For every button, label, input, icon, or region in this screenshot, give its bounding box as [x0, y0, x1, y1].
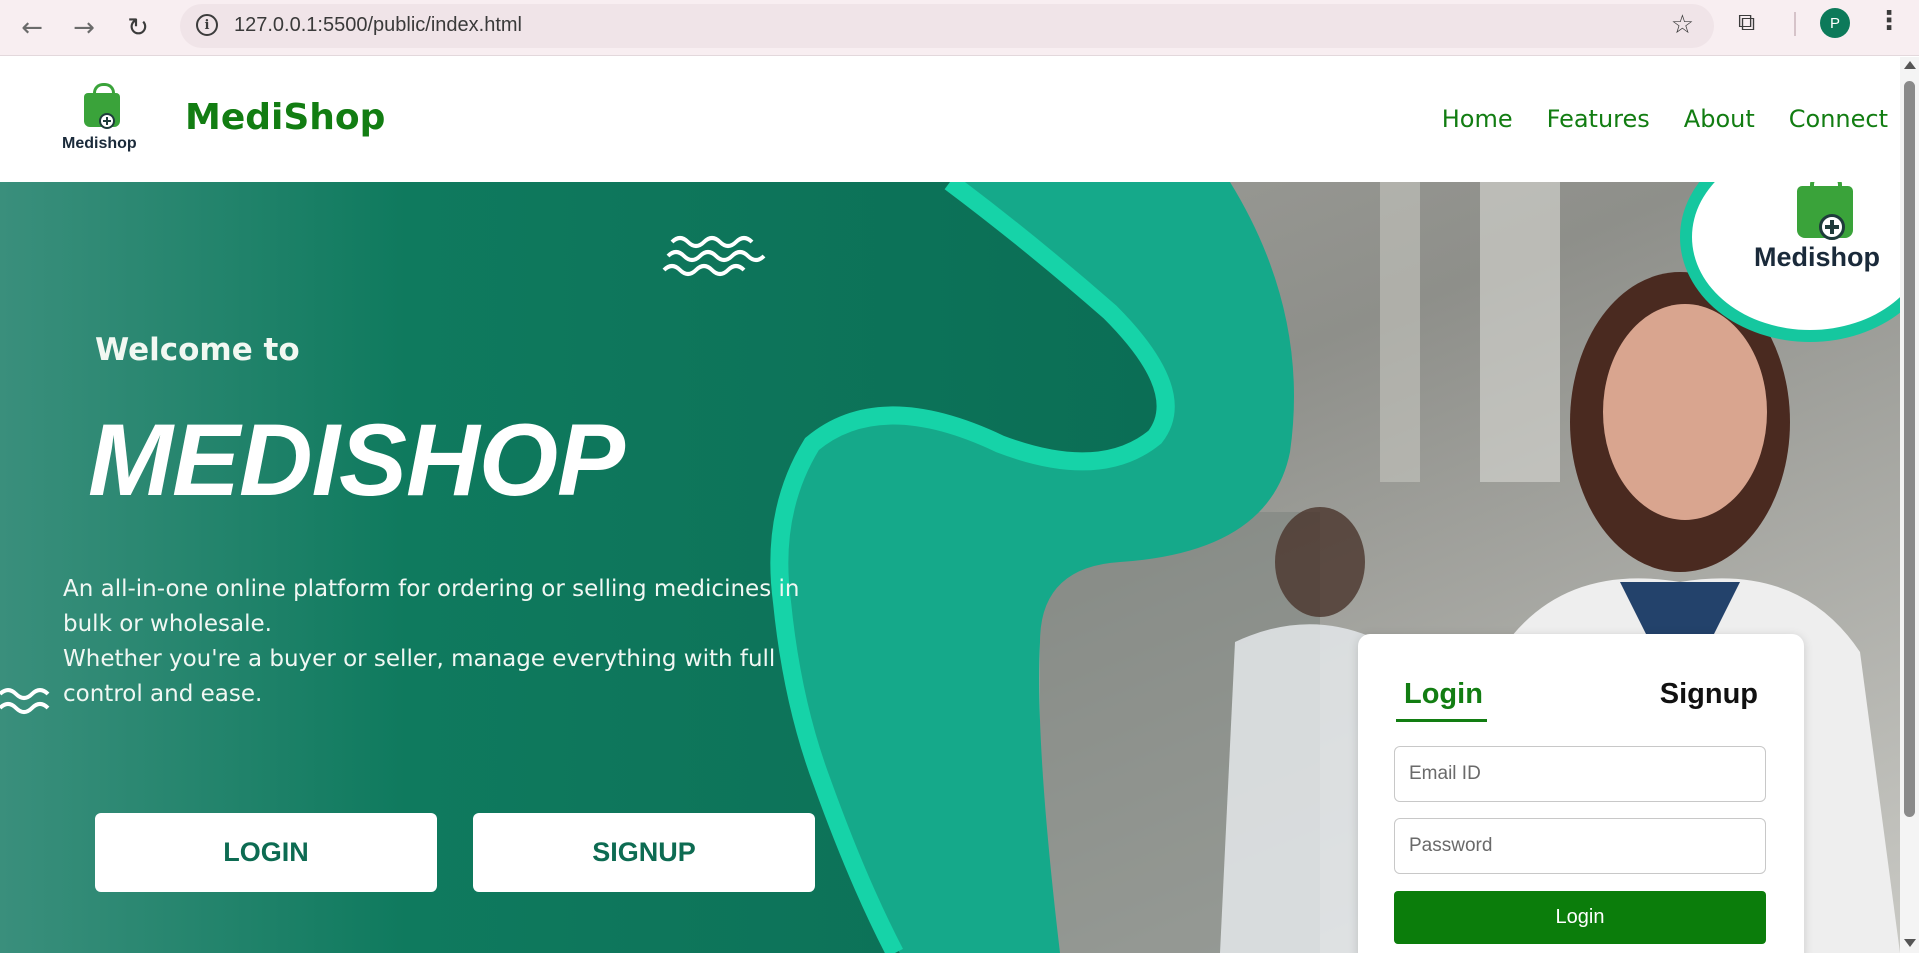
tab-signup[interactable]: Signup — [1660, 678, 1758, 711]
email-field[interactable] — [1394, 746, 1766, 802]
site-header: Medishop MediShop Home Features About Co… — [0, 57, 1900, 181]
hero-description: An all-in-one online platform for orderi… — [63, 576, 800, 707]
reload-button[interactable]: ↻ — [118, 8, 158, 48]
scroll-down-icon[interactable] — [1904, 939, 1916, 947]
browser-toolbar: ← → ↻ i 127.0.0.1:5500/public/index.html… — [0, 0, 1919, 56]
welcome-text: Welcome to — [95, 332, 300, 368]
medical-cross-icon — [99, 113, 115, 129]
logo-caption: Medishop — [62, 135, 137, 152]
url-text[interactable]: 127.0.0.1:5500/public/index.html — [234, 14, 522, 37]
brand-name: MediShop — [185, 97, 386, 138]
extensions-icon[interactable]: ⧉ — [1738, 8, 1755, 36]
nav-home[interactable]: Home — [1442, 105, 1513, 133]
nav-connect[interactable]: Connect — [1789, 105, 1888, 133]
hero-title: MEDISHOP — [88, 403, 625, 517]
profile-avatar[interactable]: P — [1820, 8, 1850, 38]
scrollbar-thumb[interactable] — [1904, 81, 1915, 817]
login-submit-button[interactable]: Login — [1394, 891, 1766, 944]
auth-card: Login Signup Login — [1358, 634, 1804, 953]
arrow-right-icon: → — [73, 13, 95, 43]
tab-login[interactable]: Login — [1396, 678, 1487, 722]
page-scrollbar[interactable] — [1900, 57, 1919, 953]
password-field[interactable] — [1394, 818, 1766, 874]
scroll-up-icon[interactable] — [1904, 61, 1916, 69]
back-button[interactable]: ← — [12, 8, 52, 48]
badge-caption: Medishop — [1754, 242, 1880, 272]
hero-section: Welcome to MEDISHOP An all-in-one online… — [0, 182, 1900, 953]
nav-about[interactable]: About — [1684, 105, 1755, 133]
address-bar[interactable]: i 127.0.0.1:5500/public/index.html ☆ — [180, 4, 1714, 48]
nav-features[interactable]: Features — [1547, 105, 1650, 133]
bookmark-star-icon[interactable]: ☆ — [1671, 10, 1694, 40]
arrow-left-icon: ← — [21, 13, 43, 43]
main-nav: Home Features About Connect — [1442, 105, 1888, 133]
header-logo[interactable]: Medishop — [58, 83, 148, 157]
browser-menu-icon[interactable]: ⋮ — [1876, 6, 1902, 36]
reload-icon: ↻ — [127, 13, 149, 43]
toolbar-divider — [1794, 12, 1796, 36]
medical-cross-icon — [1819, 214, 1845, 240]
hero-login-button[interactable]: LOGIN — [95, 813, 437, 892]
forward-button[interactable]: → — [64, 8, 104, 48]
site-info-icon[interactable]: i — [196, 14, 218, 36]
hero-signup-button[interactable]: SIGNUP — [473, 813, 815, 892]
